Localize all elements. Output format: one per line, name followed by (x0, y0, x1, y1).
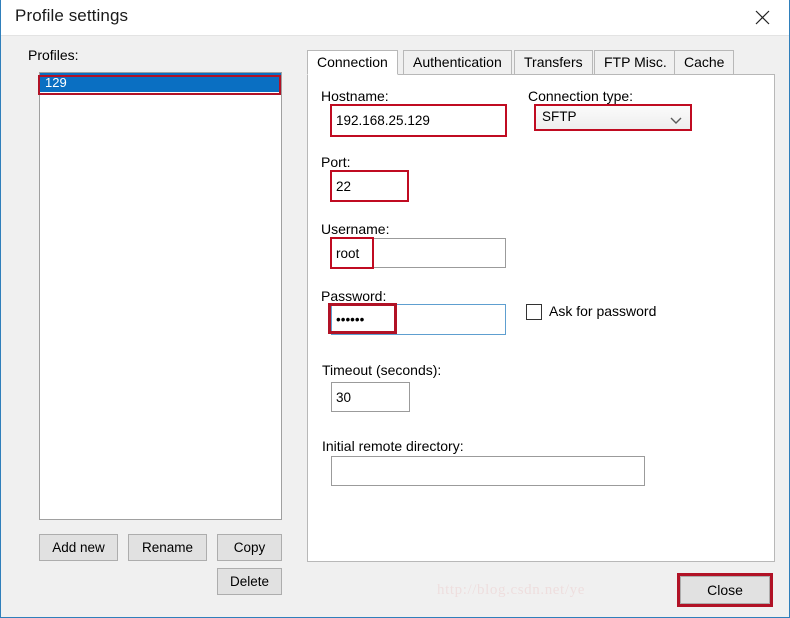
tab-ftp-misc[interactable]: FTP Misc. (594, 50, 677, 75)
watermark-text: http://blog.csdn.net/ye (437, 582, 585, 599)
password-label: Password: (321, 288, 386, 304)
title-bar: Profile settings (1, 0, 789, 36)
rename-button[interactable]: Rename (128, 534, 207, 561)
connection-type-select[interactable]: SFTP (535, 105, 691, 130)
list-item[interactable]: 129 (40, 73, 281, 92)
timeout-input[interactable] (331, 382, 410, 412)
port-input[interactable] (331, 171, 408, 201)
timeout-label: Timeout (seconds): (322, 362, 441, 378)
close-button[interactable]: Close (680, 576, 770, 604)
tab-cache[interactable]: Cache (674, 50, 734, 75)
copy-button[interactable]: Copy (217, 534, 282, 561)
username-input[interactable] (331, 238, 506, 268)
tab-authentication[interactable]: Authentication (403, 50, 512, 75)
tab-strip: Connection Authentication Transfers FTP … (307, 50, 775, 75)
add-new-button[interactable]: Add new (39, 534, 118, 561)
close-x-icon[interactable] (739, 0, 785, 34)
initial-remote-directory-label: Initial remote directory: (322, 438, 464, 454)
profiles-list[interactable]: 129 (39, 72, 282, 520)
profile-settings-window: Profile settings Profiles: 129 Add new R… (0, 0, 790, 618)
profiles-label: Profiles: (28, 47, 79, 63)
connection-type-value: SFTP (542, 109, 577, 124)
ask-for-password-label: Ask for password (549, 303, 656, 319)
ask-for-password-checkbox[interactable] (526, 304, 542, 320)
tab-connection[interactable]: Connection (307, 50, 398, 75)
chevron-down-icon (670, 113, 682, 128)
port-label: Port: (321, 154, 351, 170)
initial-remote-directory-input[interactable] (331, 456, 645, 486)
hostname-label: Hostname: (321, 88, 389, 104)
username-label: Username: (321, 221, 389, 237)
password-input[interactable] (331, 304, 506, 335)
hostname-input[interactable] (331, 105, 506, 136)
tab-transfers[interactable]: Transfers (514, 50, 593, 75)
window-title: Profile settings (15, 6, 128, 26)
delete-button[interactable]: Delete (217, 568, 282, 595)
connection-type-label: Connection type: (528, 88, 633, 104)
